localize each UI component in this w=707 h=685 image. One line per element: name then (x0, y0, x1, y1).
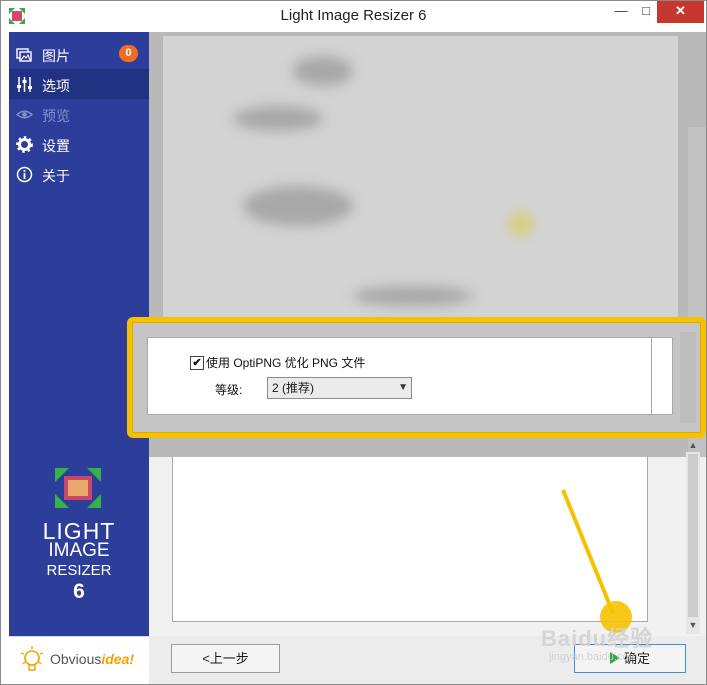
watermark: Baidu经验 jingyan.baidu.com (541, 611, 706, 681)
watermark-text: Baidu经验 (541, 626, 654, 651)
watermark-url: jingyan.baidu.com (549, 651, 638, 663)
app-window: Light Image Resizer 6 — □ ✕ 图片 0 选项 预览 设… (0, 0, 707, 685)
annotation-pointer (561, 489, 632, 633)
